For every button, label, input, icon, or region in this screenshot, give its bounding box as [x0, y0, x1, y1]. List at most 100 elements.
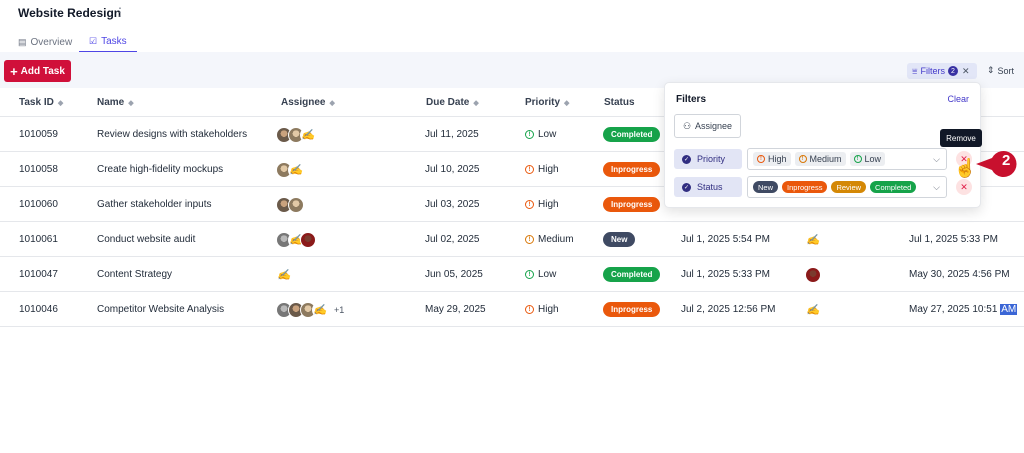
avatar: ✍ [276, 266, 292, 283]
step-callout [976, 151, 1017, 177]
status-chip-new[interactable]: New [753, 181, 779, 193]
tab-overview[interactable]: ▤ Overview [18, 32, 72, 52]
clear-filters-link[interactable]: Clear [947, 94, 969, 104]
priority-filter-label[interactable]: ✓ Priority [674, 149, 742, 169]
assignee-filter-button[interactable]: ⚇ Assignee [674, 114, 741, 138]
sort-icon: ◆ [564, 99, 570, 107]
priority-icon: ! [525, 305, 534, 314]
check-circle-icon: ✓ [682, 182, 691, 192]
priority-label: High [538, 304, 559, 315]
assignee-avatars[interactable] [276, 187, 304, 222]
table-row[interactable]: 1010047 Content Strategy ✍ Jun 05, 2025 … [0, 257, 1024, 292]
due-date: Jun 05, 2025 [425, 269, 483, 280]
avatar [300, 231, 316, 248]
priority-label: High [538, 164, 559, 175]
filters-button[interactable]: ⩸ Filters 2 ✕ [907, 63, 977, 79]
sort-icon: ◆ [128, 99, 134, 107]
column-label: Priority [525, 97, 561, 108]
column-label: Assignee [281, 97, 326, 108]
assignee-avatars[interactable]: ✍ [276, 117, 316, 152]
plus-icon: + [10, 63, 18, 79]
checkbox-icon: ☑ [89, 36, 98, 46]
column-header-task-id[interactable]: Task ID ◆ [19, 97, 63, 108]
check-circle-icon: ✓ [682, 154, 691, 164]
assignee-avatars[interactable]: ✍ [276, 152, 304, 187]
priority: ! Low [525, 117, 556, 152]
status-filter-text: Status [697, 182, 723, 192]
column-header-priority[interactable]: Priority ◆ [525, 97, 569, 108]
task-id: 1010061 [19, 234, 58, 245]
priority-filter-text: Priority [697, 154, 726, 164]
status-chip-completed[interactable]: Completed [870, 181, 917, 193]
due-date: Jul 02, 2025 [425, 234, 480, 245]
status-chip-inprogress[interactable]: Inprogress [782, 181, 828, 193]
priority: ! High [525, 152, 559, 187]
table-row[interactable]: 1010061 Conduct website audit ✍ Jul 02, … [0, 222, 1024, 257]
assignee-avatars[interactable]: ✍ +1 [276, 292, 344, 327]
sort-button[interactable]: ⇕ Sort [987, 65, 1014, 76]
tab-overview-label: Overview [30, 36, 73, 48]
task-name[interactable]: Create high-fidelity mockups [97, 152, 223, 187]
remove-status-filter-button[interactable]: ✕ [956, 179, 972, 195]
remove-tooltip: Remove [940, 129, 982, 147]
task-name[interactable]: Content Strategy [97, 257, 172, 292]
priority-icon: ! [525, 270, 534, 279]
task-name[interactable]: Review designs with stakeholders [97, 117, 247, 152]
chevron-down-icon[interactable]: ⌵ [933, 182, 940, 193]
assignee-avatars[interactable]: ✍ [276, 257, 292, 292]
table-row[interactable]: 1010046 Competitor Website Analysis ✍ +1 … [0, 292, 1024, 327]
page-header: Website Redesign ⋮ ▤ Overview ☑ Tasks [0, 0, 1024, 53]
clipboard-icon: ▤ [18, 36, 27, 47]
assignee-avatars[interactable]: ✍ [276, 222, 316, 257]
created-date: Jul 1, 2025 5:54 PM [681, 234, 770, 245]
step-number: 2 [1002, 152, 1011, 169]
more-assignees: +1 [334, 304, 345, 315]
filters-title: Filters [676, 94, 707, 105]
status-badge: Inprogress [603, 197, 661, 212]
column-label: Status [604, 97, 635, 108]
column-header-status[interactable]: Status [604, 97, 635, 108]
status-chip-review[interactable]: Review [831, 181, 867, 193]
column-header-due-date[interactable]: Due Date ◆ [426, 97, 479, 108]
avatar [288, 196, 304, 213]
filter-icon: ⩸ [912, 65, 918, 76]
hand-pointer-icon: ☝ [954, 158, 977, 178]
tab-bar: ▤ Overview ☑ Tasks [0, 32, 1024, 53]
priority-filter-select[interactable]: ! High ! Medium ! Low ⌵ [747, 148, 947, 170]
status-cell: Completed [603, 257, 661, 292]
status-filter-label[interactable]: ✓ Status [674, 177, 742, 197]
avatar: ✍ [312, 301, 328, 318]
more-vertical-icon[interactable]: ⋮ [114, 5, 126, 19]
created-by: ✍ [805, 222, 821, 257]
status-filter-select[interactable]: New Inprogress Review Completed ⌵ [747, 176, 947, 198]
priority-chip-low[interactable]: ! Low [849, 152, 886, 166]
priority-icon: ! [798, 155, 807, 163]
status-badge: Completed [603, 267, 661, 282]
close-icon[interactable]: ✕ [962, 66, 970, 77]
created-date: Jul 1, 2025 5:33 PM [681, 269, 770, 280]
task-name[interactable]: Competitor Website Analysis [97, 292, 224, 327]
due-date: Jul 10, 2025 [425, 164, 480, 175]
due-date: Jul 03, 2025 [425, 199, 480, 210]
priority-label: Medium [538, 234, 574, 245]
priority: ! High [525, 292, 559, 327]
status-cell: New [603, 222, 636, 257]
column-header-name[interactable]: Name ◆ [97, 97, 134, 108]
task-name[interactable]: Conduct website audit [97, 222, 195, 257]
status-badge: New [603, 232, 636, 247]
column-label: Due Date [426, 97, 470, 108]
chip-label: Low [864, 154, 882, 164]
column-header-assignee[interactable]: Assignee ◆ [281, 97, 335, 108]
priority-chip-high[interactable]: ! High [753, 152, 791, 166]
priority-label: Low [538, 129, 557, 140]
task-id: 1010059 [19, 129, 58, 140]
avatar: ✍ [300, 126, 316, 143]
add-task-button[interactable]: + Add Task [4, 60, 71, 82]
assignee-filter-label: Assignee [695, 121, 733, 131]
chevron-down-icon[interactable]: ⌵ [933, 154, 940, 165]
priority-label: Low [538, 269, 557, 280]
priority-chip-medium[interactable]: ! Medium [794, 152, 846, 166]
tab-tasks[interactable]: ☑ Tasks [79, 32, 137, 53]
created-by: ✍ [805, 292, 821, 327]
task-name[interactable]: Gather stakeholder inputs [97, 187, 212, 222]
